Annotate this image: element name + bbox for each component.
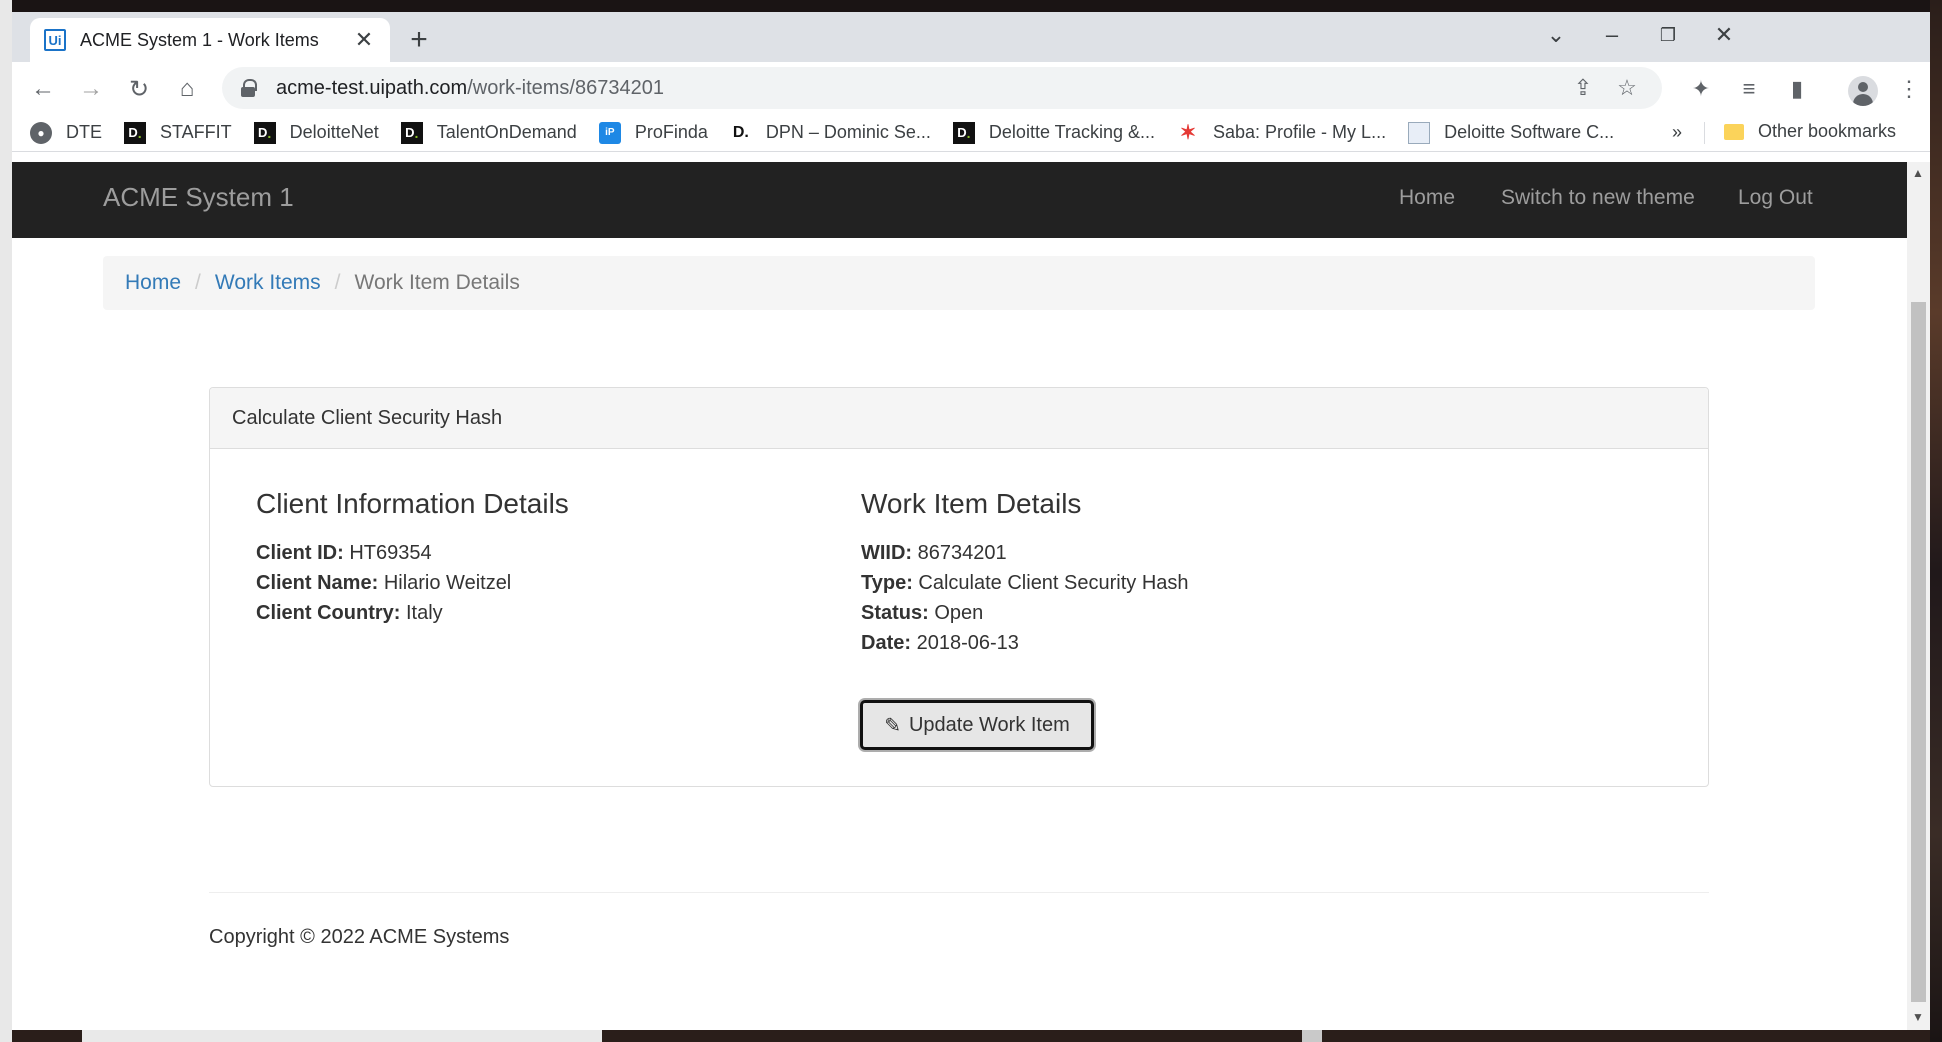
side-panel-icon[interactable]: ▮ (1780, 72, 1814, 106)
tab-acme-work-items[interactable]: Ui ACME System 1 - Work Items ✕ (30, 18, 390, 62)
client-info-section: Client Information Details Client ID: HT… (256, 488, 569, 628)
bookmark-star-icon[interactable]: ☆ (1610, 71, 1644, 105)
more-bookmarks-button[interactable]: » (1672, 122, 1682, 143)
extensions-icon[interactable]: ✦ (1684, 72, 1718, 106)
client-id-row: Client ID: HT69354 (256, 542, 432, 564)
deloitte-icon: D (253, 121, 276, 144)
minimize-button[interactable]: – (1592, 20, 1632, 50)
desktop-wallpaper (1930, 0, 1942, 1042)
taskbar-item[interactable] (1302, 1030, 1322, 1042)
home-icon[interactable]: ⌂ (170, 72, 204, 106)
taskbar-window[interactable] (82, 1030, 602, 1042)
client-info-title: Client Information Details (256, 488, 569, 519)
dpn-icon: D. (732, 123, 749, 141)
pencil-icon: ✎ (884, 714, 901, 737)
profile-avatar-icon[interactable] (1848, 76, 1878, 106)
bookmark-staffit[interactable]: DSTAFFIT (124, 121, 232, 144)
type-row: Type: Calculate Client Security Hash (861, 572, 1189, 594)
breadcrumb-separator: / (195, 271, 201, 294)
site-navbar: ACME System 1 Home Switch to new theme L… (12, 162, 1907, 238)
bookmark-dpn[interactable]: D. DPN – Dominic Se... (730, 122, 931, 144)
client-country-row: Client Country: Italy (256, 602, 443, 624)
lock-icon[interactable] (240, 79, 257, 97)
work-item-section: Work Item Details WIID: 86734201 Type: C… (861, 488, 1189, 658)
bookmarks-divider (1704, 122, 1705, 144)
client-name-row: Client Name: Hilario Weitzel (256, 572, 512, 594)
status-row: Status: Open (861, 602, 984, 624)
nav-switch-theme[interactable]: Switch to new theme (1501, 186, 1695, 210)
bookmark-talentondemand[interactable]: DTalentOnDemand (400, 121, 577, 144)
desktop-edge-left (0, 0, 12, 1042)
browser-toolbar: ← → ↻ ⌂ acme-test.uipath.com/work-items/… (12, 62, 1930, 114)
page-scrollbar[interactable]: ▲ ▼ (1907, 162, 1930, 1030)
tab-title: ACME System 1 - Work Items (80, 29, 319, 50)
brand-title[interactable]: ACME System 1 (103, 182, 294, 213)
date-row: Date: 2018-06-13 (861, 632, 1019, 654)
uipath-favicon-icon: Ui (44, 29, 66, 51)
page-viewport: ACME System 1 Home Switch to new theme L… (12, 162, 1930, 1030)
footer-divider (209, 892, 1709, 893)
update-work-item-button[interactable]: ✎ Update Work Item (860, 700, 1094, 750)
share-icon[interactable]: ⇪ (1566, 71, 1600, 105)
bookmark-profinda[interactable]: iP ProFinda (598, 121, 708, 144)
bookmark-deloitte-tracking[interactable]: DDeloitte Tracking &... (952, 121, 1155, 144)
breadcrumb-work-items[interactable]: Work Items (215, 271, 321, 295)
tab-search-icon[interactable]: ⌄ (1536, 20, 1576, 50)
browser-window: Ui ACME System 1 - Work Items ✕ + ⌄ – ❐ … (12, 12, 1930, 1030)
saba-icon: ✶ (1179, 122, 1197, 144)
deloitte-icon: D (124, 121, 146, 144)
breadcrumb: Home / Work Items / Work Item Details (103, 256, 1815, 310)
close-window-button[interactable]: ✕ (1704, 20, 1744, 50)
breadcrumb-current: Work Item Details (354, 271, 520, 294)
wiid-row: WIID: 86734201 (861, 542, 1007, 564)
folder-icon (1724, 123, 1744, 140)
bookmark-deloitte-software[interactable]: Deloitte Software C... (1408, 121, 1614, 144)
footer-copyright: Copyright © 2022 ACME Systems (209, 926, 510, 948)
deloitte-icon: D (400, 121, 423, 144)
bookmarks-bar: ●DTE DSTAFFIT DDeloitteNet DTalentOnDema… (12, 114, 1930, 152)
taskbar (12, 1030, 1930, 1042)
globe-icon: ● (30, 121, 52, 144)
close-tab-icon[interactable]: ✕ (352, 27, 376, 53)
panel-heading: Calculate Client Security Hash (210, 388, 1708, 449)
url-text[interactable]: acme-test.uipath.com/work-items/86734201 (276, 77, 1556, 100)
bookmark-deloittenet[interactable]: DDeloitteNet (253, 121, 379, 144)
tab-strip: Ui ACME System 1 - Work Items ✕ + ⌄ – ❐ … (12, 12, 1930, 62)
scroll-down-arrow-icon[interactable]: ▼ (1912, 1010, 1924, 1024)
scroll-thumb[interactable] (1911, 302, 1926, 1002)
breadcrumb-separator: / (334, 271, 341, 294)
media-controls-icon[interactable]: ≡ (1732, 72, 1766, 106)
reload-icon[interactable]: ↻ (122, 72, 156, 106)
document-icon (1408, 121, 1431, 144)
forward-icon[interactable]: → (74, 72, 108, 106)
menu-kebab-icon[interactable]: ⋮ (1892, 72, 1926, 106)
bookmark-dte[interactable]: ● DTE (30, 121, 102, 144)
new-tab-button[interactable]: + (404, 25, 434, 56)
nav-log-out[interactable]: Log Out (1738, 186, 1813, 210)
restore-button[interactable]: ❐ (1648, 20, 1688, 50)
profinda-icon: iP (598, 121, 621, 144)
work-item-title: Work Item Details (861, 488, 1082, 519)
back-icon[interactable]: ← (26, 72, 60, 106)
breadcrumb-home[interactable]: Home (125, 271, 181, 295)
scroll-up-arrow-icon[interactable]: ▲ (1912, 166, 1924, 180)
work-item-panel: Calculate Client Security Hash Client In… (209, 387, 1709, 787)
other-bookmarks[interactable]: Other bookmarks (1724, 121, 1896, 142)
bookmark-saba[interactable]: ✶ Saba: Profile - My L... (1177, 122, 1386, 144)
deloitte-icon: D (952, 121, 975, 144)
address-bar[interactable]: acme-test.uipath.com/work-items/86734201… (222, 67, 1662, 109)
nav-home[interactable]: Home (1399, 186, 1455, 210)
